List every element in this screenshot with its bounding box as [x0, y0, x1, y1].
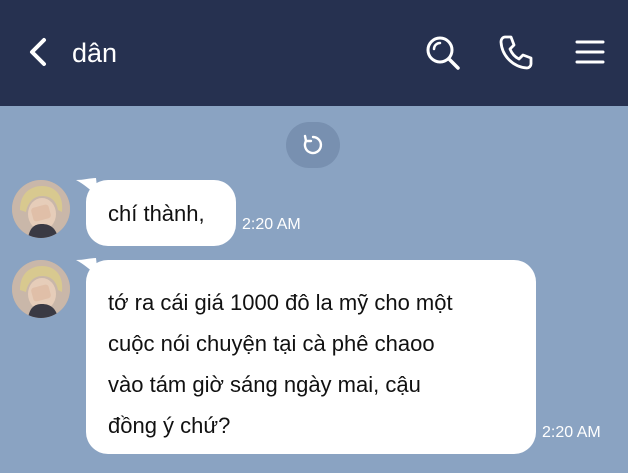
chevron-left-icon — [30, 38, 46, 66]
bubble-tail — [76, 178, 98, 196]
profile-photo — [12, 180, 70, 238]
hamburger-menu-icon — [575, 40, 605, 64]
message-time: 2:20 AM — [242, 216, 301, 233]
search-button[interactable] — [422, 32, 462, 72]
message-bubble[interactable]: tớ ra cái giá 1000 đô la mỹ cho một cuộc… — [76, 258, 536, 454]
phone-icon — [499, 35, 533, 70]
profile-photo — [12, 260, 70, 318]
menu-button[interactable] — [570, 32, 610, 72]
message-text: tớ ra cái giá 1000 đô la mỹ cho một cuộc… — [108, 290, 453, 438]
message-time: 2:20 AM — [542, 424, 601, 441]
load-more-button[interactable] — [286, 122, 340, 168]
chat-header: dân — [0, 0, 628, 106]
chat-title: dân — [72, 38, 118, 68]
avatar[interactable] — [12, 260, 70, 318]
message-bubble[interactable]: chí thành, — [76, 178, 236, 246]
search-icon — [426, 36, 460, 70]
message-text: chí thành, — [108, 201, 205, 226]
refresh-icon — [303, 134, 323, 155]
call-button[interactable] — [496, 32, 536, 72]
back-button[interactable] — [22, 32, 58, 72]
bubble-tail — [76, 258, 98, 276]
avatar[interactable] — [12, 180, 70, 238]
